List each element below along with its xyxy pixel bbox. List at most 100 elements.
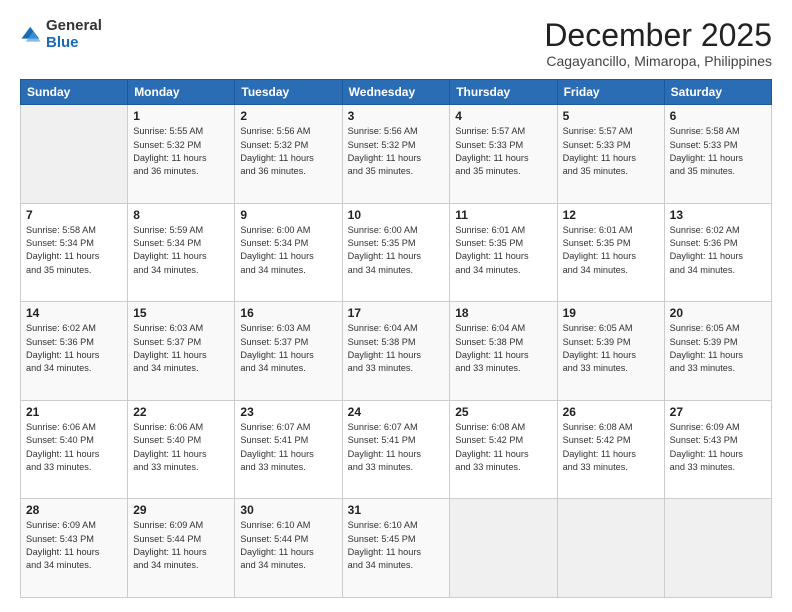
calendar-cell: 15Sunrise: 6:03 AM Sunset: 5:37 PM Dayli… — [128, 302, 235, 401]
calendar-cell — [664, 499, 771, 598]
day-number: 9 — [240, 208, 336, 222]
day-info: Sunrise: 5:55 AM Sunset: 5:32 PM Dayligh… — [133, 125, 229, 178]
calendar-week-1: 1 Sunrise: 5:55 AM Sunset: 5:32 PM Daylig… — [21, 105, 772, 204]
logo-general: General — [46, 18, 102, 35]
calendar-cell: 10 Sunrise: 6:00 AM Sunset: 5:35 PM Dayli… — [342, 203, 450, 302]
day-number: 11 — [455, 208, 551, 222]
calendar-week-4: 21 Sunrise: 6:06 AM Sunset: 5:40 PM Dayli… — [21, 400, 772, 499]
logo-blue: Blue — [46, 35, 102, 52]
calendar-cell: 19 Sunrise: 6:05 AM Sunset: 5:39 PM Dayli… — [557, 302, 664, 401]
day-number: 30 — [240, 503, 336, 517]
calendar-cell: 16 Sunrise: 6:03 AM Sunset: 5:37 PM Dayli… — [235, 302, 342, 401]
day-number: 17 — [348, 306, 445, 320]
day-number: 6 — [670, 109, 766, 123]
col-thursday: Thursday — [450, 80, 557, 105]
calendar-cell: 5 Sunrise: 5:57 AM Sunset: 5:33 PM Daylig… — [557, 105, 664, 204]
day-number: 16 — [240, 306, 336, 320]
logo-text: General Blue — [46, 18, 102, 51]
day-info: Sunrise: 6:06 AM Sunset: 5:40 PM Dayligh… — [133, 421, 229, 474]
day-number: 7 — [26, 208, 122, 222]
calendar-cell: 8Sunrise: 5:59 AM Sunset: 5:34 PM Daylig… — [128, 203, 235, 302]
day-info: Sunrise: 5:57 AM Sunset: 5:33 PM Dayligh… — [455, 125, 551, 178]
calendar-cell: 22Sunrise: 6:06 AM Sunset: 5:40 PM Dayli… — [128, 400, 235, 499]
day-info: Sunrise: 6:03 AM Sunset: 5:37 PM Dayligh… — [240, 322, 336, 375]
day-info: Sunrise: 6:10 AM Sunset: 5:45 PM Dayligh… — [348, 519, 445, 572]
day-info: Sunrise: 6:10 AM Sunset: 5:44 PM Dayligh… — [240, 519, 336, 572]
day-number: 28 — [26, 503, 122, 517]
day-info: Sunrise: 6:08 AM Sunset: 5:42 PM Dayligh… — [563, 421, 659, 474]
calendar-cell: 23Sunrise: 6:07 AM Sunset: 5:41 PM Dayli… — [235, 400, 342, 499]
day-info: Sunrise: 5:56 AM Sunset: 5:32 PM Dayligh… — [348, 125, 445, 178]
day-number: 18 — [455, 306, 551, 320]
calendar-cell: 26Sunrise: 6:08 AM Sunset: 5:42 PM Dayli… — [557, 400, 664, 499]
calendar-cell: 11 Sunrise: 6:01 AM Sunset: 5:35 PM Dayli… — [450, 203, 557, 302]
day-number: 24 — [348, 405, 445, 419]
day-number: 15 — [133, 306, 229, 320]
calendar-cell: 1 Sunrise: 5:55 AM Sunset: 5:32 PM Daylig… — [128, 105, 235, 204]
calendar-cell: 25Sunrise: 6:08 AM Sunset: 5:42 PM Dayli… — [450, 400, 557, 499]
calendar-cell: 7 Sunrise: 5:58 AM Sunset: 5:34 PM Daylig… — [21, 203, 128, 302]
day-number: 27 — [670, 405, 766, 419]
day-info: Sunrise: 6:09 AM Sunset: 5:43 PM Dayligh… — [26, 519, 122, 572]
title-block: December 2025 Cagayancillo, Mimaropa, Ph… — [544, 18, 772, 69]
day-number: 4 — [455, 109, 551, 123]
calendar-week-3: 14Sunrise: 6:02 AM Sunset: 5:36 PM Dayli… — [21, 302, 772, 401]
day-number: 23 — [240, 405, 336, 419]
day-number: 5 — [563, 109, 659, 123]
col-wednesday: Wednesday — [342, 80, 450, 105]
calendar-cell — [450, 499, 557, 598]
calendar-cell: 30 Sunrise: 6:10 AM Sunset: 5:44 PM Dayli… — [235, 499, 342, 598]
calendar-cell: 20Sunrise: 6:05 AM Sunset: 5:39 PM Dayli… — [664, 302, 771, 401]
day-info: Sunrise: 6:02 AM Sunset: 5:36 PM Dayligh… — [670, 224, 766, 277]
calendar-header-row: Sunday Monday Tuesday Wednesday Thursday… — [21, 80, 772, 105]
day-info: Sunrise: 6:09 AM Sunset: 5:44 PM Dayligh… — [133, 519, 229, 572]
day-info: Sunrise: 5:56 AM Sunset: 5:32 PM Dayligh… — [240, 125, 336, 178]
calendar-cell: 4 Sunrise: 5:57 AM Sunset: 5:33 PM Daylig… — [450, 105, 557, 204]
day-number: 29 — [133, 503, 229, 517]
day-number: 20 — [670, 306, 766, 320]
col-sunday: Sunday — [21, 80, 128, 105]
day-info: Sunrise: 6:09 AM Sunset: 5:43 PM Dayligh… — [670, 421, 766, 474]
day-info: Sunrise: 5:57 AM Sunset: 5:33 PM Dayligh… — [563, 125, 659, 178]
day-number: 12 — [563, 208, 659, 222]
day-info: Sunrise: 6:00 AM Sunset: 5:35 PM Dayligh… — [348, 224, 445, 277]
day-number: 21 — [26, 405, 122, 419]
calendar-cell: 2 Sunrise: 5:56 AM Sunset: 5:32 PM Daylig… — [235, 105, 342, 204]
calendar-cell: 13Sunrise: 6:02 AM Sunset: 5:36 PM Dayli… — [664, 203, 771, 302]
day-number: 10 — [348, 208, 445, 222]
day-number: 19 — [563, 306, 659, 320]
location: Cagayancillo, Mimaropa, Philippines — [544, 53, 772, 69]
day-info: Sunrise: 6:04 AM Sunset: 5:38 PM Dayligh… — [455, 322, 551, 375]
col-monday: Monday — [128, 80, 235, 105]
calendar-cell: 14Sunrise: 6:02 AM Sunset: 5:36 PM Dayli… — [21, 302, 128, 401]
day-number: 25 — [455, 405, 551, 419]
col-saturday: Saturday — [664, 80, 771, 105]
header: General Blue December 2025 Cagayancillo,… — [20, 18, 772, 69]
calendar-cell: 3 Sunrise: 5:56 AM Sunset: 5:32 PM Daylig… — [342, 105, 450, 204]
page: General Blue December 2025 Cagayancillo,… — [0, 0, 792, 612]
calendar-cell — [21, 105, 128, 204]
day-info: Sunrise: 6:01 AM Sunset: 5:35 PM Dayligh… — [455, 224, 551, 277]
calendar-cell: 9 Sunrise: 6:00 AM Sunset: 5:34 PM Daylig… — [235, 203, 342, 302]
logo: General Blue — [20, 18, 102, 51]
day-number: 3 — [348, 109, 445, 123]
calendar-cell: 29 Sunrise: 6:09 AM Sunset: 5:44 PM Dayli… — [128, 499, 235, 598]
logo-icon — [20, 24, 42, 46]
calendar-week-5: 28 Sunrise: 6:09 AM Sunset: 5:43 PM Dayli… — [21, 499, 772, 598]
day-info: Sunrise: 6:06 AM Sunset: 5:40 PM Dayligh… — [26, 421, 122, 474]
day-number: 14 — [26, 306, 122, 320]
day-info: Sunrise: 5:58 AM Sunset: 5:33 PM Dayligh… — [670, 125, 766, 178]
calendar-cell: 31 Sunrise: 6:10 AM Sunset: 5:45 PM Dayli… — [342, 499, 450, 598]
calendar-cell: 18 Sunrise: 6:04 AM Sunset: 5:38 PM Dayli… — [450, 302, 557, 401]
day-number: 31 — [348, 503, 445, 517]
month-title: December 2025 — [544, 18, 772, 53]
day-info: Sunrise: 5:58 AM Sunset: 5:34 PM Dayligh… — [26, 224, 122, 277]
col-tuesday: Tuesday — [235, 80, 342, 105]
day-number: 1 — [133, 109, 229, 123]
calendar-cell: 6 Sunrise: 5:58 AM Sunset: 5:33 PM Daylig… — [664, 105, 771, 204]
day-number: 2 — [240, 109, 336, 123]
calendar-cell: 24Sunrise: 6:07 AM Sunset: 5:41 PM Dayli… — [342, 400, 450, 499]
day-info: Sunrise: 6:00 AM Sunset: 5:34 PM Dayligh… — [240, 224, 336, 277]
day-info: Sunrise: 6:05 AM Sunset: 5:39 PM Dayligh… — [563, 322, 659, 375]
calendar-cell: 27 Sunrise: 6:09 AM Sunset: 5:43 PM Dayli… — [664, 400, 771, 499]
